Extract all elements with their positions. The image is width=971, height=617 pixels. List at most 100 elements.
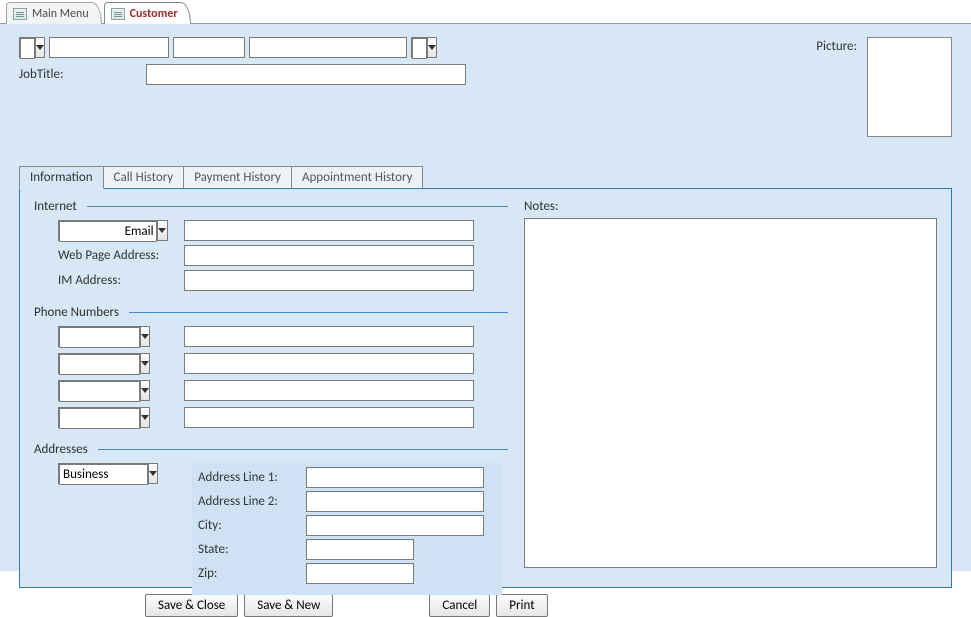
state-label: State: [198, 542, 306, 557]
middle-initial-input[interactable] [173, 37, 245, 58]
chevron-down-icon [141, 415, 149, 420]
address-line1-input[interactable] [306, 467, 484, 488]
address-type-combo[interactable] [58, 463, 158, 484]
address-group-header: Addresses [34, 442, 508, 457]
command-button-row: Save & Close Save & New Cancel Print [19, 594, 952, 617]
chevron-down-icon [141, 361, 149, 366]
address-type-input[interactable] [59, 464, 148, 485]
tab-payment-history[interactable]: Payment History [184, 166, 292, 189]
chevron-down-icon [36, 45, 44, 50]
phone-value-input-1[interactable] [184, 326, 474, 347]
form-icon [13, 8, 27, 20]
phone-row [34, 353, 508, 374]
picture-box[interactable] [867, 37, 952, 137]
picture-block: Picture: [816, 37, 952, 137]
prefix-input[interactable] [20, 38, 35, 59]
detail-tab-strip: Information Call History Payment History… [19, 165, 952, 188]
zip-label: Zip: [198, 566, 306, 581]
suffix-combo[interactable] [411, 37, 437, 58]
last-name-input[interactable] [249, 37, 407, 58]
address-line2-label: Address Line 2: [198, 494, 306, 509]
save-new-button[interactable]: Save & New [244, 594, 333, 617]
email-input[interactable] [184, 220, 474, 241]
phone-type-combo-2[interactable] [58, 353, 150, 374]
phone-type-input[interactable] [59, 408, 140, 429]
detail-tab-control: Information Call History Payment History… [19, 165, 952, 588]
email-type-dropdown-button[interactable] [157, 221, 167, 240]
im-address-input[interactable] [184, 270, 474, 291]
phone-row [34, 380, 508, 401]
header-row: JobTitle: Picture: [19, 37, 952, 137]
address-type-dropdown-button[interactable] [148, 464, 157, 483]
city-label: City: [198, 518, 306, 533]
phone-type-dropdown-button[interactable] [140, 327, 149, 346]
state-input[interactable] [306, 539, 414, 560]
address-detail-block: Address Line 1: Address Line 2: City: [192, 463, 502, 595]
web-page-input[interactable] [184, 245, 474, 266]
phone-type-input[interactable] [59, 354, 140, 375]
tab-label: Appointment History [302, 170, 413, 185]
job-title-label: JobTitle: [19, 67, 146, 82]
phone-type-combo-4[interactable] [58, 407, 150, 428]
chevron-down-icon [141, 388, 149, 393]
spacer [339, 594, 423, 617]
doc-tab-main-menu[interactable]: Main Menu [6, 2, 102, 24]
doc-tab-label: Main Menu [32, 7, 89, 21]
phone-type-dropdown-button[interactable] [140, 408, 149, 427]
document-tab-strip: Main Menu Customer [0, 0, 971, 24]
save-close-button[interactable]: Save & Close [145, 594, 238, 617]
phone-value-input-3[interactable] [184, 380, 474, 401]
address-heading: Addresses [34, 442, 88, 457]
cancel-button[interactable]: Cancel [429, 594, 490, 617]
notes-label: Notes: [524, 199, 937, 214]
email-type-combo[interactable] [58, 220, 168, 241]
print-button[interactable]: Print [496, 594, 547, 617]
internet-heading: Internet [34, 199, 77, 214]
suffix-dropdown-button[interactable] [427, 38, 436, 57]
phone-row [34, 407, 508, 428]
job-title-input[interactable] [146, 64, 466, 85]
suffix-input[interactable] [412, 38, 427, 59]
chevron-down-icon [149, 471, 157, 476]
im-address-label: IM Address: [34, 273, 184, 288]
phone-type-input[interactable] [59, 381, 140, 402]
tab-call-history[interactable]: Call History [104, 166, 185, 189]
name-block: JobTitle: [19, 37, 489, 85]
phone-value-input-4[interactable] [184, 407, 474, 428]
info-right-column: Notes: [518, 189, 951, 587]
tab-appointment-history[interactable]: Appointment History [292, 166, 424, 189]
divider [129, 312, 508, 313]
divider [98, 449, 508, 450]
tab-label: Call History [114, 170, 174, 185]
form-icon [111, 8, 125, 20]
first-name-input[interactable] [49, 37, 169, 58]
chevron-down-icon [158, 228, 166, 233]
picture-label: Picture: [816, 37, 857, 54]
address-line1-label: Address Line 1: [198, 470, 306, 485]
divider [87, 206, 508, 207]
tab-information[interactable]: Information [19, 166, 104, 189]
info-left-column: Internet Web Page Address: [20, 189, 518, 587]
tab-label: Information [30, 170, 93, 185]
phone-heading: Phone Numbers [34, 305, 119, 320]
chevron-down-icon [428, 45, 436, 50]
doc-tab-customer[interactable]: Customer [104, 2, 191, 24]
phone-type-dropdown-button[interactable] [140, 354, 149, 373]
phone-type-combo-3[interactable] [58, 380, 150, 401]
customer-form: JobTitle: Picture: Information Call Hist… [0, 24, 971, 571]
prefix-dropdown-button[interactable] [35, 38, 44, 57]
phone-type-input[interactable] [59, 327, 140, 348]
phone-type-dropdown-button[interactable] [140, 381, 149, 400]
prefix-combo[interactable] [19, 37, 45, 58]
city-input[interactable] [306, 515, 484, 536]
notes-textarea[interactable] [524, 218, 937, 568]
phone-type-combo-1[interactable] [58, 326, 150, 347]
phone-group-header: Phone Numbers [34, 305, 508, 320]
address-line2-input[interactable] [306, 491, 484, 512]
chevron-down-icon [141, 334, 149, 339]
tab-label: Payment History [194, 170, 281, 185]
phone-value-input-2[interactable] [184, 353, 474, 374]
zip-input[interactable] [306, 563, 414, 584]
internet-group-header: Internet [34, 199, 508, 214]
email-type-input[interactable] [59, 221, 157, 242]
